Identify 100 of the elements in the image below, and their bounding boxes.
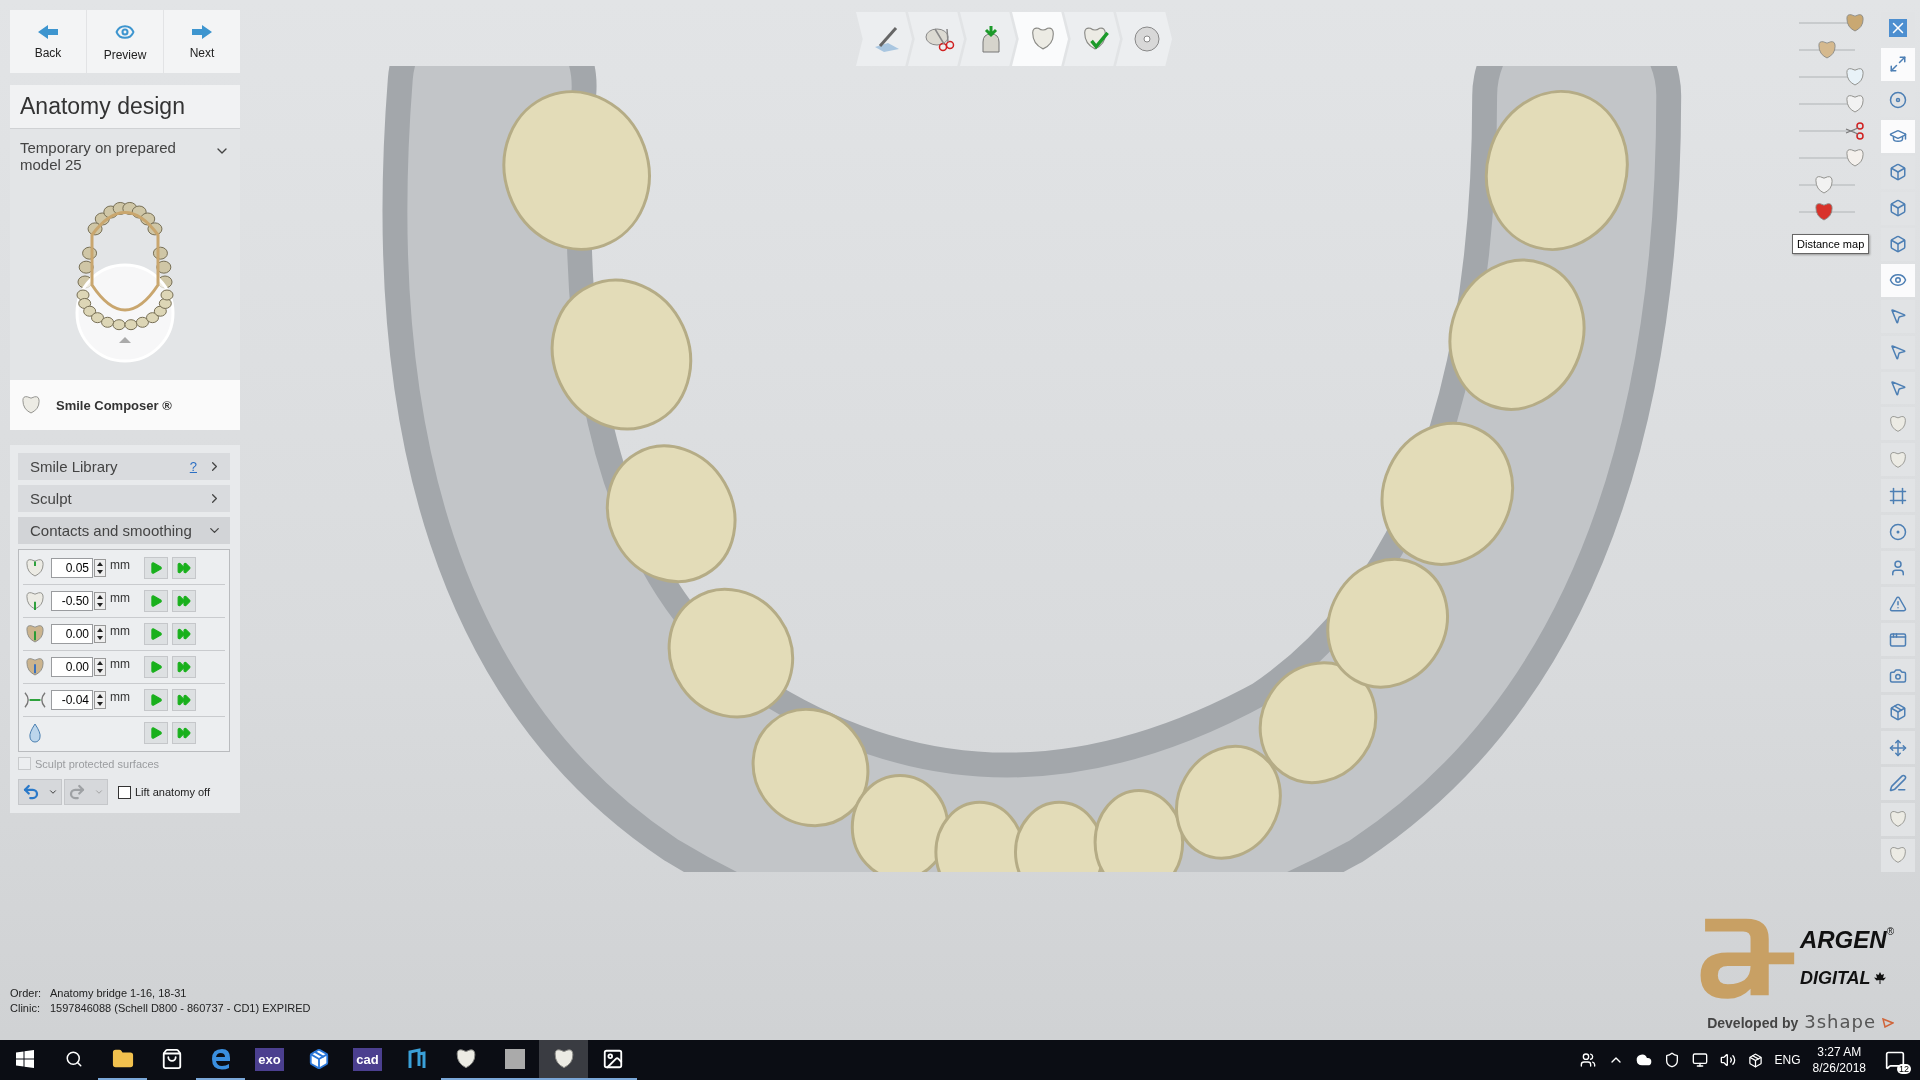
tool-button[interactable] bbox=[1881, 515, 1915, 549]
fast-forward-button[interactable] bbox=[172, 557, 196, 579]
fast-forward-button[interactable] bbox=[172, 722, 196, 744]
tooltip: Distance map bbox=[1792, 234, 1870, 254]
contact-gap-icon bbox=[24, 690, 46, 710]
tool-button[interactable] bbox=[1881, 695, 1915, 729]
undo-button[interactable] bbox=[18, 779, 62, 805]
section-header[interactable]: Sculpt bbox=[18, 485, 230, 512]
section-header[interactable]: Contacts and smoothing bbox=[18, 517, 230, 544]
tool-button[interactable] bbox=[1881, 119, 1915, 153]
workflow-step[interactable] bbox=[960, 12, 1016, 66]
pointer-icon bbox=[1889, 343, 1907, 362]
number-field[interactable]: -0.50 bbox=[51, 591, 93, 611]
workflow-step[interactable] bbox=[1116, 12, 1172, 66]
unit-label: mm bbox=[110, 657, 131, 671]
pen-icon bbox=[1889, 774, 1907, 793]
taskbar-button[interactable]: cad bbox=[343, 1040, 392, 1080]
panel-title: Anatomy design bbox=[10, 85, 240, 128]
spin-arrows-icon[interactable] bbox=[94, 625, 106, 643]
checkbox[interactable] bbox=[118, 785, 131, 799]
taskbar-button[interactable] bbox=[539, 1040, 588, 1080]
people-icon[interactable] bbox=[1579, 1052, 1596, 1068]
notification-button[interactable]: 12 bbox=[1878, 1040, 1912, 1080]
tool-button[interactable] bbox=[1881, 371, 1915, 405]
unit-label: mm bbox=[110, 558, 131, 572]
unit-label: mm bbox=[110, 690, 131, 704]
workflow-step[interactable] bbox=[1012, 12, 1068, 66]
play-button[interactable] bbox=[144, 689, 168, 711]
box-icon[interactable] bbox=[1747, 1052, 1763, 1068]
app-icon bbox=[503, 1048, 526, 1070]
play-icon bbox=[149, 726, 163, 740]
clock[interactable]: 3:27 AM 8/26/2018 bbox=[1812, 1044, 1866, 1076]
cube-icon bbox=[1889, 163, 1907, 182]
tool-button[interactable] bbox=[1881, 407, 1915, 441]
network-icon[interactable] bbox=[1691, 1052, 1708, 1068]
tool-button[interactable] bbox=[1881, 623, 1915, 657]
section-header[interactable]: Smile Library ? bbox=[18, 453, 230, 480]
mode-dropdown[interactable]: Temporary on prepared model 25 bbox=[10, 128, 240, 183]
play-icon bbox=[149, 594, 163, 608]
unit-label: mm bbox=[110, 591, 131, 605]
play-icon bbox=[149, 693, 163, 707]
spin-arrows-icon[interactable] bbox=[94, 691, 106, 709]
tooth-icon bbox=[24, 558, 46, 578]
fast-forward-button[interactable] bbox=[172, 623, 196, 645]
fast-forward-icon bbox=[177, 627, 191, 641]
fullscreen-icon bbox=[1889, 55, 1907, 74]
tool-button[interactable] bbox=[1881, 731, 1915, 764]
fast-forward-button[interactable] bbox=[172, 656, 196, 678]
play-button[interactable] bbox=[144, 656, 168, 678]
tool-button[interactable] bbox=[1881, 47, 1915, 81]
play-button[interactable] bbox=[144, 590, 168, 612]
up-triangle-icon[interactable] bbox=[119, 337, 131, 343]
tool-button[interactable] bbox=[1881, 299, 1915, 333]
scissors-icon[interactable] bbox=[1844, 121, 1866, 141]
number-field[interactable]: -0.04 bbox=[51, 690, 93, 710]
spin-arrows-icon[interactable] bbox=[94, 559, 106, 577]
tool-button[interactable] bbox=[1881, 767, 1915, 800]
tool-button[interactable] bbox=[1881, 802, 1915, 836]
shield-icon[interactable] bbox=[1663, 1052, 1680, 1068]
workflow-step[interactable] bbox=[1064, 12, 1120, 66]
number-field[interactable]: 0.00 bbox=[51, 657, 93, 677]
tool-button[interactable] bbox=[1881, 335, 1915, 369]
volume-icon[interactable] bbox=[1719, 1052, 1736, 1068]
tool-button[interactable] bbox=[1881, 479, 1915, 513]
tooth-icon bbox=[1888, 414, 1908, 433]
smile-composer-button[interactable]: Smile Composer ® bbox=[10, 380, 240, 430]
tooth-slider-thumb bbox=[1844, 13, 1866, 33]
cloud-icon[interactable] bbox=[1635, 1052, 1652, 1068]
search-icon bbox=[64, 1050, 83, 1068]
tool-button[interactable] bbox=[1881, 838, 1915, 872]
cube-icon bbox=[1889, 235, 1907, 254]
play-button[interactable] bbox=[144, 557, 168, 579]
play-button[interactable] bbox=[144, 722, 168, 744]
nav-button[interactable]: Next bbox=[164, 10, 240, 73]
tool-button[interactable] bbox=[1881, 659, 1915, 693]
taskbar-button[interactable]: exo bbox=[245, 1040, 294, 1080]
nav-button[interactable]: Back bbox=[10, 10, 87, 73]
help-link[interactable]: ? bbox=[189, 459, 197, 474]
play-button[interactable] bbox=[144, 623, 168, 645]
fast-forward-button[interactable] bbox=[172, 590, 196, 612]
checkbox-label: Lift anatomy off bbox=[135, 786, 210, 798]
workflow-step[interactable] bbox=[908, 12, 964, 66]
workflow-step[interactable] bbox=[856, 12, 912, 66]
image-icon bbox=[601, 1048, 624, 1070]
fast-forward-button[interactable] bbox=[172, 689, 196, 711]
spin-arrows-icon[interactable] bbox=[94, 658, 106, 676]
tool-button[interactable] bbox=[1881, 551, 1915, 585]
tool-button[interactable] bbox=[1881, 443, 1915, 477]
tool-button[interactable] bbox=[1881, 263, 1915, 297]
disc-icon bbox=[1889, 91, 1907, 110]
language-indicator[interactable]: ENG bbox=[1774, 1053, 1801, 1067]
folder-icon bbox=[111, 1048, 134, 1070]
tool-button[interactable] bbox=[1881, 587, 1915, 621]
ring-icon bbox=[1889, 522, 1907, 541]
spin-arrows-icon[interactable] bbox=[94, 592, 106, 610]
box-icon bbox=[307, 1048, 330, 1070]
tooth-and-scissors-icon bbox=[923, 25, 955, 53]
nav-button[interactable]: Preview bbox=[87, 10, 164, 73]
number-field[interactable]: 0.00 bbox=[51, 624, 93, 644]
number-field[interactable]: 0.05 bbox=[51, 558, 93, 578]
